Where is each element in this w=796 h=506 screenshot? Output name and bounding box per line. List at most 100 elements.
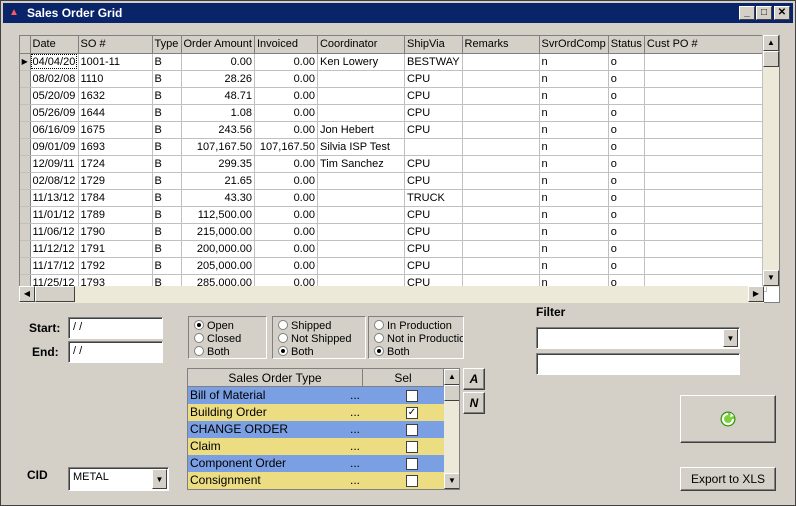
table-cell[interactable]: CPU [404,121,463,139]
ellipsis-button[interactable]: ... [350,387,360,404]
ellipsis-button[interactable]: ... [350,438,360,455]
export-xls-button[interactable]: Export to XLS [680,467,776,491]
table-cell[interactable] [462,172,540,190]
table-cell[interactable] [462,155,540,173]
table-cell[interactable]: 1001-11 [78,53,153,71]
table-cell[interactable]: n [539,87,609,105]
table-cell[interactable]: B [152,87,182,105]
table-cell[interactable]: CPU [404,155,463,173]
table-cell[interactable] [462,70,540,88]
table-cell[interactable] [317,223,405,241]
table-cell[interactable]: 05/26/09 [30,104,79,122]
scroll-left-button[interactable]: ◀ [19,286,35,302]
table-cell[interactable] [317,70,405,88]
table-cell[interactable]: n [539,240,609,258]
table-row[interactable]: 05/20/09 1632 B 48.71 0.00 CPU n o [20,87,767,105]
radio-ship-both[interactable]: Both [278,346,314,359]
row-indicator[interactable] [20,223,31,241]
table-cell[interactable]: 11/13/12 [30,189,79,207]
row-indicator[interactable] [20,87,31,105]
ellipsis-button[interactable]: ... [350,472,360,489]
table-cell[interactable]: 11/12/12 [30,240,79,258]
table-cell[interactable] [644,138,767,156]
table-cell[interactable]: Tim Sanchez [317,155,405,173]
column-header-coordinator[interactable]: Coordinator [317,36,405,54]
table-cell[interactable]: BESTWAY [404,53,463,71]
order-type-row[interactable]: Building Order... ✓ [188,404,444,421]
table-cell[interactable] [644,155,767,173]
table-cell[interactable] [644,240,767,258]
table-cell[interactable]: o [608,53,645,71]
table-cell[interactable]: 0.00 [254,189,318,207]
table-cell[interactable]: CPU [404,87,463,105]
table-cell[interactable]: 1675 [78,121,153,139]
table-row[interactable]: 02/08/12 1729 B 21.65 0.00 CPU n o [20,172,767,190]
table-cell[interactable]: 0.00 [254,70,318,88]
table-cell[interactable]: o [608,104,645,122]
table-cell[interactable]: B [152,240,182,258]
grid-vertical-scrollbar[interactable]: ▲ ▼ [762,35,779,287]
table-cell[interactable]: B [152,53,182,71]
table-cell[interactable]: CPU [404,257,463,275]
table-cell[interactable]: TRUCK [404,189,463,207]
table-cell[interactable] [317,104,405,122]
row-indicator[interactable] [20,70,31,88]
type-scroll-down-button[interactable]: ▼ [444,473,459,489]
table-cell[interactable]: 09/01/09 [30,138,79,156]
table-cell[interactable]: CPU [404,240,463,258]
select-checkbox[interactable]: ✓ [406,407,418,419]
table-cell[interactable]: o [608,172,645,190]
table-cell[interactable]: 0.00 [254,257,318,275]
row-indicator[interactable]: ▶ [20,53,31,71]
scroll-right-button[interactable]: ▶ [748,286,764,302]
scroll-thumb-horizontal[interactable] [35,286,75,302]
type-scroll-up-button[interactable]: ▲ [444,369,459,385]
table-cell[interactable] [462,189,540,207]
table-cell[interactable] [462,240,540,258]
table-cell[interactable]: 1729 [78,172,153,190]
table-cell[interactable]: 21.65 [181,172,255,190]
table-cell[interactable]: n [539,70,609,88]
table-cell[interactable]: n [539,172,609,190]
table-cell[interactable] [462,138,540,156]
radio-production-both[interactable]: Both [374,346,410,358]
table-cell[interactable] [644,223,767,241]
column-header-remarks[interactable]: Remarks [462,36,540,54]
table-cell[interactable] [317,87,405,105]
row-indicator[interactable] [20,155,31,173]
table-cell[interactable]: n [539,223,609,241]
table-cell[interactable]: Silvia ISP Test [317,138,405,156]
row-indicator[interactable] [20,257,31,275]
column-header-type[interactable]: Type [152,36,182,54]
table-cell[interactable] [404,138,463,156]
table-row[interactable]: 11/17/12 1792 B 205,000.00 0.00 CPU n o [20,257,767,275]
order-type-list[interactable]: Sales Order Type Sel Bill of Material...… [187,368,460,490]
table-cell[interactable]: B [152,138,182,156]
minimize-button[interactable]: _ [739,6,755,20]
table-cell[interactable]: Ken Lowery [317,53,405,71]
table-cell[interactable] [644,87,767,105]
table-cell[interactable]: B [152,257,182,275]
table-cell[interactable] [462,206,540,224]
table-cell[interactable] [462,104,540,122]
cid-select[interactable]: METAL ▼ [68,467,169,491]
radio-in-production[interactable]: In Production [374,320,452,333]
column-header-order-amount[interactable]: Order Amount [181,36,255,54]
table-cell[interactable]: 11/01/12 [30,206,79,224]
table-cell[interactable] [644,206,767,224]
table-cell[interactable]: B [152,70,182,88]
table-cell[interactable]: B [152,206,182,224]
radio-status-both[interactable]: Both [194,346,230,359]
table-cell[interactable]: 107,167.50 [254,138,318,156]
radio-open[interactable]: Open [194,320,234,333]
radio-closed[interactable]: Closed [194,333,241,346]
table-cell[interactable]: B [152,172,182,190]
table-cell[interactable]: 48.71 [181,87,255,105]
select-all-button[interactable]: A [463,368,485,390]
column-header-status[interactable]: Status [608,36,645,54]
scroll-up-button[interactable]: ▲ [763,35,779,51]
table-cell[interactable]: B [152,121,182,139]
ellipsis-button[interactable]: ... [350,404,360,421]
table-row[interactable]: 11/13/12 1784 B 43.30 0.00 TRUCK n o [20,189,767,207]
table-cell[interactable]: 1789 [78,206,153,224]
